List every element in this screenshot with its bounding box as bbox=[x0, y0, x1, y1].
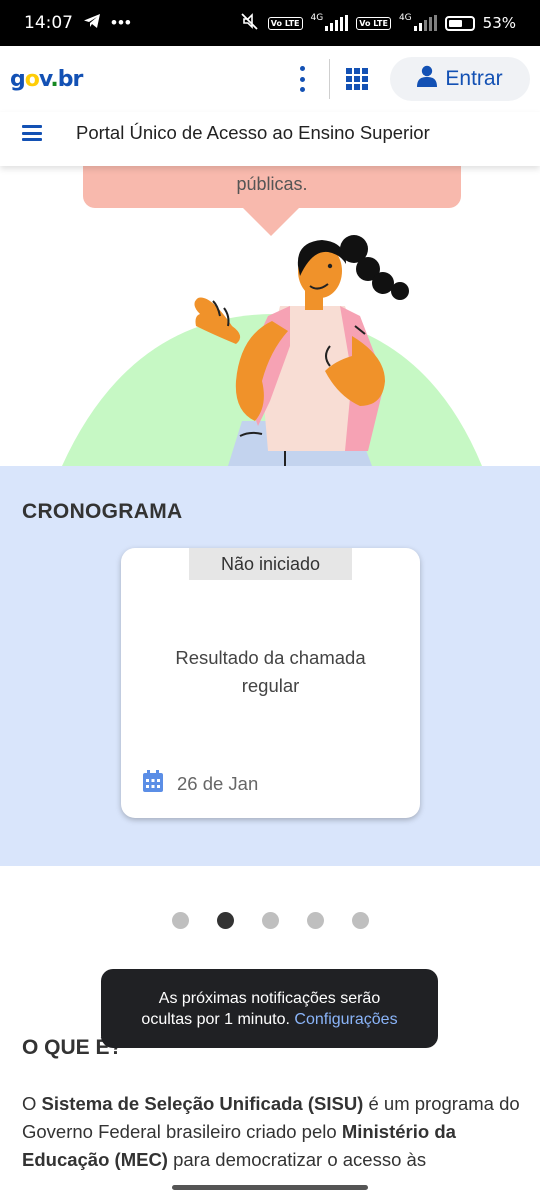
network-type: 4G bbox=[310, 13, 324, 23]
toast-line-2: ocultas por 1 minuto. bbox=[141, 1010, 290, 1028]
carousel-dot-3[interactable] bbox=[262, 912, 279, 929]
carousel-pagination bbox=[172, 912, 369, 929]
battery-level: 53% bbox=[482, 14, 516, 32]
cronograma-section: CRONOGRAMA Não iniciado Resultado da cha… bbox=[0, 466, 540, 866]
cronograma-title: CRONOGRAMA bbox=[22, 500, 183, 523]
volte-icon: Vo LTE bbox=[267, 16, 303, 30]
schedule-card[interactable]: Não iniciado Resultado da chamada regular… bbox=[121, 548, 420, 818]
portal-title: Portal Único de Acesso ao Ensino Superio… bbox=[76, 122, 430, 143]
status-badge: Não iniciado bbox=[189, 548, 352, 580]
carousel-dot-1[interactable] bbox=[172, 912, 189, 929]
hero-illustration: públicas. bbox=[0, 166, 540, 466]
notification-toast: As próximas notificações serão ocultas p… bbox=[101, 969, 438, 1048]
login-label: Entrar bbox=[445, 67, 503, 90]
gesture-nav-bar[interactable] bbox=[172, 1185, 368, 1190]
toast-line-1: As próximas notificações serão bbox=[158, 989, 381, 1007]
mute-icon bbox=[240, 12, 260, 34]
telegram-icon bbox=[83, 13, 101, 34]
header-divider bbox=[329, 59, 330, 99]
calendar-icon bbox=[143, 770, 163, 797]
signal-icon-2 bbox=[413, 15, 437, 31]
signal-icon bbox=[325, 15, 349, 31]
more-icon: ••• bbox=[111, 13, 132, 32]
header: gov.br Entrar bbox=[0, 46, 540, 112]
battery-icon bbox=[444, 15, 475, 31]
apps-grid-icon[interactable] bbox=[346, 68, 368, 90]
event-title: Resultado da chamada regular bbox=[175, 647, 366, 696]
login-button[interactable]: Entrar bbox=[390, 57, 530, 101]
toast-settings-link[interactable]: Configurações bbox=[294, 1011, 397, 1028]
carousel-dot-5[interactable] bbox=[352, 912, 369, 929]
carousel-dot-2[interactable] bbox=[217, 912, 234, 929]
sisu-description: O Sistema de Seleção Unificada (SISU) é … bbox=[22, 1093, 520, 1170]
network-type-2: 4G bbox=[398, 13, 412, 23]
screen: 14:07 ••• Vo LTE 4G Vo LTE 4G 53% gov.br bbox=[0, 0, 540, 1200]
volte-icon-2: Vo LTE bbox=[356, 16, 391, 30]
carousel-dot-4[interactable] bbox=[307, 912, 324, 929]
govbr-logo[interactable]: gov.br bbox=[10, 67, 83, 92]
event-date-text: 26 de Jan bbox=[177, 772, 259, 794]
kebab-menu-icon[interactable] bbox=[292, 66, 312, 92]
user-icon bbox=[417, 65, 438, 93]
woman-waving-illustration bbox=[62, 235, 482, 466]
clock: 14:07 bbox=[24, 13, 73, 33]
portal-bar: Portal Único de Acesso ao Ensino Superio… bbox=[0, 112, 540, 166]
status-bar: 14:07 ••• Vo LTE 4G Vo LTE 4G 53% bbox=[0, 0, 540, 46]
event-date: 26 de Jan bbox=[143, 770, 258, 797]
hamburger-menu-icon[interactable] bbox=[22, 125, 42, 141]
